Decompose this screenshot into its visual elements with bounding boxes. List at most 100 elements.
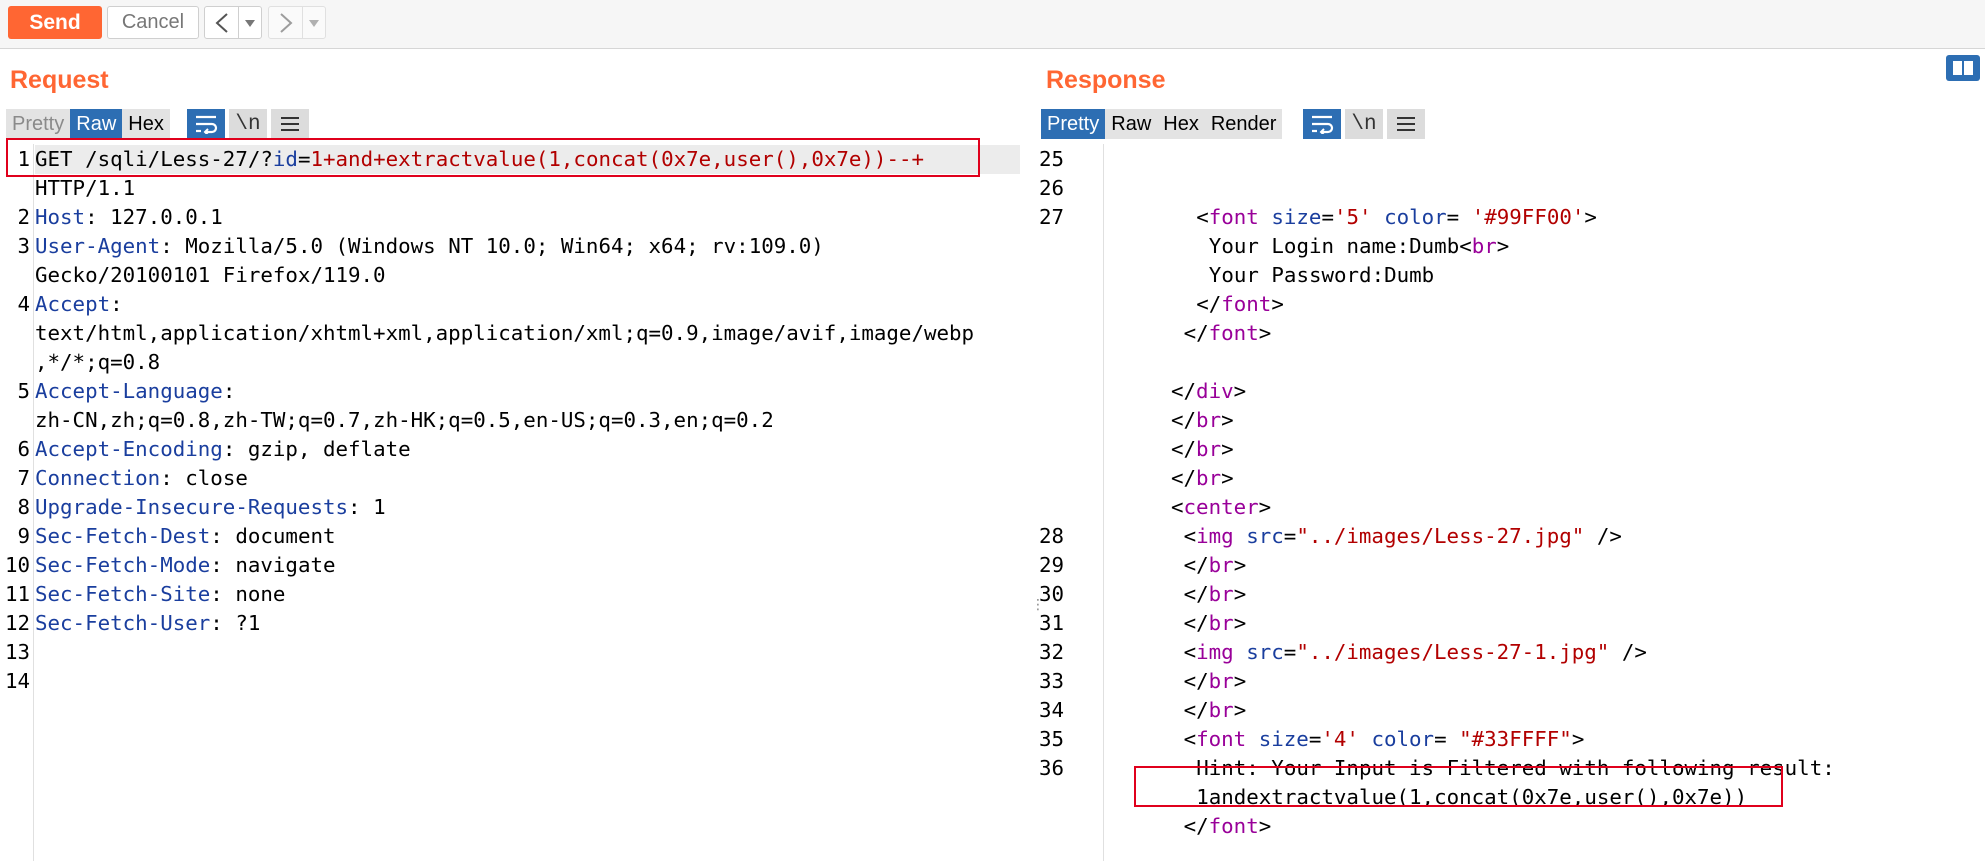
response-tab-pretty[interactable]: Pretty (1041, 109, 1106, 139)
toolbar: Send Cancel (0, 0, 1985, 49)
response-line: Your Login name:Dumb< br > (1209, 231, 1510, 260)
cancel-button[interactable]: Cancel (107, 6, 199, 39)
request-tab-pretty[interactable]: Pretty (6, 109, 70, 139)
code-text: > (1233, 668, 1247, 693)
code-text: = (1434, 726, 1460, 751)
request-text: ,*/*;q=0.8 (35, 349, 161, 374)
header-colon: : (222, 436, 236, 461)
back-arrow-icon[interactable] (205, 7, 239, 38)
code-text: </ (1183, 552, 1209, 577)
html-attribute: src (1246, 523, 1284, 548)
request-tabs: Pretty Raw Hex (6, 109, 170, 139)
request-line: ,*/*;q=0.8 (35, 347, 160, 376)
response-line: < font size = '4' color = "#33FFFF" > (1184, 724, 1585, 753)
attribute-value: "../images/Less-27.jpg" (1296, 523, 1585, 548)
code-text: < (1183, 726, 1197, 751)
code-text: Your Login name:Dumb< (1208, 233, 1472, 258)
code-text: = (1283, 639, 1297, 664)
response-line: </br > (1184, 695, 1247, 724)
request-line: Accept: (35, 289, 123, 318)
code-text: < (1196, 204, 1209, 229)
layout-toggle-icon[interactable] (1946, 55, 1980, 81)
show-newlines-toggle[interactable]: \n (1345, 109, 1383, 139)
html-tag: font (1221, 291, 1272, 316)
header-value: gzip, deflate (235, 436, 411, 461)
code-text: > (1258, 494, 1272, 519)
forward-arrow-icon[interactable] (269, 7, 303, 38)
response-line: </font > (1196, 289, 1284, 318)
header-colon: : (110, 291, 123, 316)
response-tab-render[interactable]: Render (1205, 109, 1283, 139)
response-line: < img src = "../images/Less-27-1.jpg" /> (1184, 637, 1647, 666)
response-line: </br > (1171, 405, 1234, 434)
pane-splitter-handle[interactable]: ⋮ (1031, 598, 1045, 618)
menu-icon[interactable] (271, 109, 309, 139)
request-view-options: \n (183, 109, 309, 139)
html-tag: center (1183, 494, 1259, 519)
attribute-value: '5' (1333, 204, 1372, 229)
back-dropdown-icon[interactable] (239, 7, 261, 38)
attribute-value: '4' (1321, 726, 1359, 751)
header-name: Sec-Fetch-Mode (35, 552, 211, 577)
line-number: 6 (17, 436, 30, 461)
response-tab-hex[interactable]: Hex (1157, 109, 1205, 139)
code-text: </ (1183, 668, 1209, 693)
response-line: 1andextractvalue(1,concat(0x7e,user(),0x… (1196, 782, 1747, 811)
header-colon: : (210, 552, 223, 577)
line-number: 25 (1039, 146, 1065, 171)
request-title: Request (10, 66, 109, 94)
header-colon: : (210, 610, 223, 635)
header-name: Accept-Language (35, 378, 223, 403)
line-number: 5 (17, 378, 30, 403)
response-line: </font > (1184, 811, 1272, 840)
request-line: Connection: close (35, 463, 248, 492)
menu-icon[interactable] (1387, 109, 1425, 139)
code-text: </ (1183, 581, 1209, 606)
request-tab-hex[interactable]: Hex (122, 109, 170, 139)
attribute-value: '#99FF00' (1471, 204, 1585, 229)
header-value: none (222, 581, 286, 606)
newline-label: \n (235, 112, 261, 136)
code-text: > (1221, 465, 1234, 490)
response-line: </div > (1171, 376, 1246, 405)
line-number: 32 (1039, 639, 1065, 664)
history-back-group (204, 6, 262, 39)
line-number: 9 (17, 523, 30, 548)
request-line: Host: 127.0.0.1 (35, 202, 223, 231)
code-text: </ (1183, 320, 1209, 345)
wrap-lines-icon[interactable] (187, 109, 225, 139)
response-editor[interactable]: 25 26 27 < font size = '5' color = '#99FF00' > Yo… (1035, 144, 1985, 861)
request-line: GET /sqli/Less-27/? id = 1+and+extractvalue… (35, 144, 924, 173)
send-button[interactable]: Send (8, 6, 102, 39)
show-newlines-toggle[interactable]: \n (229, 109, 267, 139)
code-text: > (1233, 378, 1247, 403)
code-text: = (1446, 204, 1472, 229)
header-value: Mozilla/5.0 (Windows NT 10.0; Win64; x64… (172, 233, 824, 258)
html-tag: br (1471, 233, 1497, 258)
forward-dropdown-icon[interactable] (303, 7, 325, 38)
line-number: 14 (4, 668, 30, 693)
header-colon: : (210, 523, 223, 548)
html-attribute: size (1271, 204, 1322, 229)
response-view-options: \n (1299, 109, 1425, 139)
request-path: /sqli/Less-27/? (72, 146, 273, 171)
response-line: </br > (1184, 579, 1247, 608)
header-value: ?1 (222, 610, 261, 635)
wrap-lines-icon[interactable] (1303, 109, 1341, 139)
query-param-name: id (272, 146, 298, 171)
request-line: Sec-Fetch-Site: none (35, 579, 285, 608)
html-tag: font (1208, 204, 1259, 229)
response-tab-raw[interactable]: Raw (1105, 109, 1157, 139)
html-tag: br (1196, 407, 1222, 432)
line-number: 34 (1039, 697, 1065, 722)
code-text: </ (1183, 813, 1209, 838)
request-line: Gecko/20100101 Firefox/119.0 (35, 260, 386, 289)
request-line: Accept-Language: (35, 376, 235, 405)
request-tab-raw[interactable]: Raw (70, 109, 123, 139)
line-number: 2 (17, 204, 30, 229)
request-editor[interactable]: 1 GET /sqli/Less-27/? id = 1+and+extractvalu… (0, 144, 1022, 861)
